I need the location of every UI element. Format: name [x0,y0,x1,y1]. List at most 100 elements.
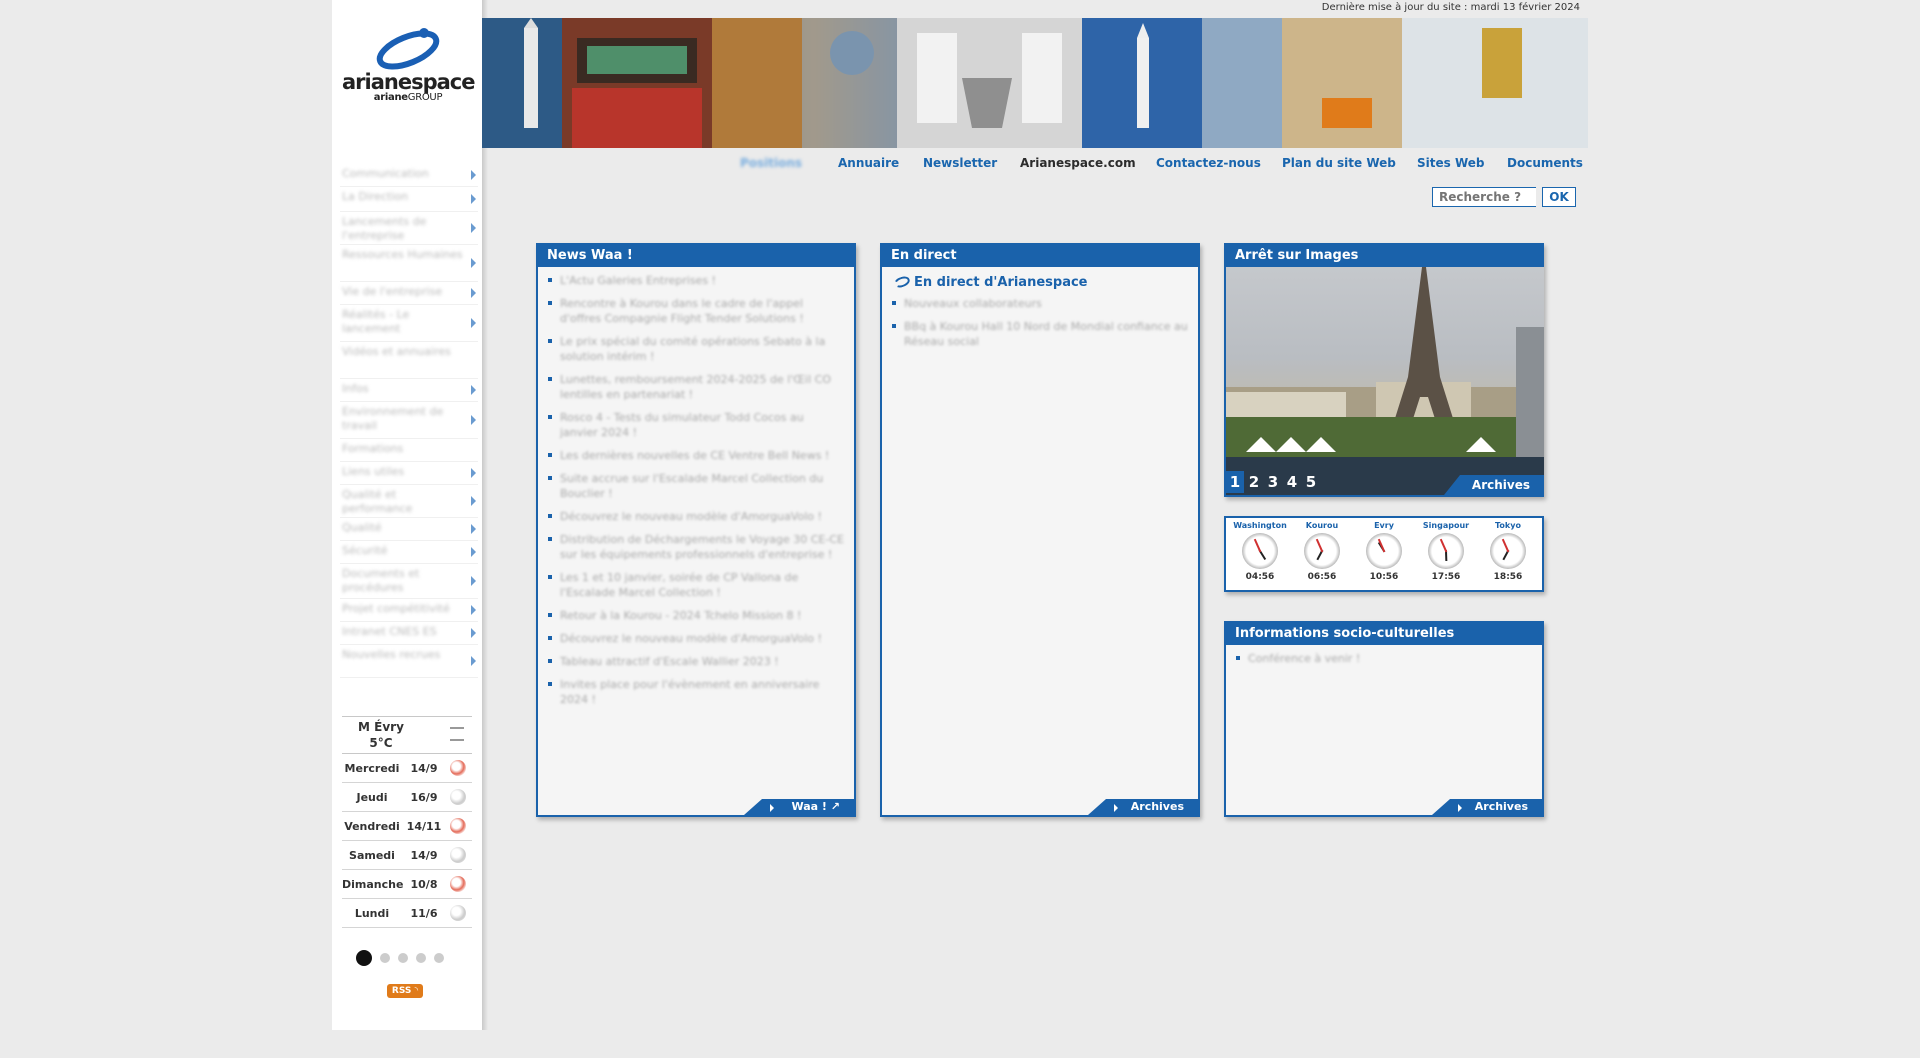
direct-headline-link[interactable]: En direct d'Arianespace [892,274,1198,290]
sidebar-menu-item[interactable]: Vie de l'entreprise [340,282,478,305]
list-item-link[interactable]: L'Actu Galeries Entreprises ! [560,274,716,287]
list-item[interactable]: Nouveaux collaborateurs [892,296,1188,311]
list-item-link[interactable]: Conférence à venir ! [1248,652,1360,665]
list-item-link[interactable]: Les dernières nouvelles de CE Ventre Bel… [560,449,829,462]
sidebar-menu-item[interactable]: Qualité et performance [340,485,478,518]
weather-temps: 14/9 [410,849,438,862]
sidebar-menu-item[interactable]: La Direction [340,187,478,212]
list-item[interactable]: Découvrez le nouveau modèle d'AmorguaVol… [548,631,844,646]
rss-button[interactable]: RSS ◝ [387,984,423,998]
sidebar-menu-item[interactable]: Environnement de travail [340,402,478,439]
weather-temp: 5°C [369,736,393,750]
list-item[interactable]: Le prix spécial du comité opérations Seb… [548,334,844,364]
culture-archives-button[interactable]: Archives [1432,799,1542,815]
list-item-link[interactable]: Suite accrue sur l'Escalade Marcel Colle… [560,472,823,500]
list-item-link[interactable]: Rosco 4 - Tests du simulateur Todd Cocos… [560,411,804,439]
list-item-link[interactable]: BBq à Kourou Hall 10 Nord de Mondial con… [904,320,1188,348]
nav-item[interactable]: Arianespace.com [1020,156,1136,170]
rain-icon [450,818,466,834]
eiffel-tower-photo[interactable]: 12345 Archives [1226,267,1544,495]
list-item-link[interactable]: Rencontre à Kourou dans le cadre de l'ap… [560,297,804,325]
nav-item[interactable]: Positions [740,156,802,170]
sidebar-menu-item[interactable]: Ressources Humaines [340,245,478,282]
chevron-right-icon [471,194,476,204]
list-item-link[interactable]: Le prix spécial du comité opérations Seb… [560,335,825,363]
weather-day: Samedi [349,849,395,862]
list-item[interactable]: Retour à la Kourou - 2024 Tchelo Mission… [548,608,844,623]
carousel-dot[interactable] [416,953,426,963]
sidebar-menu-item[interactable]: Intranet CNES ES [340,622,478,645]
weather-forecast: Mercredi 14/9 Jeudi 16/9 Vendredi 14/11 Samedi… [342,754,472,928]
nav-item[interactable]: Annuaire [838,156,899,170]
carousel-dot[interactable] [380,953,390,963]
search-ok-button[interactable]: OK [1542,187,1576,207]
list-item-link[interactable]: Les 1 et 10 janvier, soirée de CP Vallon… [560,571,798,599]
chevron-right-icon [471,318,476,328]
list-item[interactable]: Distribution de Déchargements le Voyage … [548,532,844,562]
sidebar-menu-item[interactable]: Nouvelles recrues [340,645,478,678]
sidebar-menu-item[interactable]: Vidéos et annuaires [340,342,478,379]
chevron-right-icon [471,385,476,395]
nav-item[interactable]: Plan du site Web [1282,156,1396,170]
search-input[interactable] [1432,187,1536,207]
list-item-link[interactable]: Tableau attractif d'Escale Wallier 2023 … [560,655,779,668]
list-item[interactable]: Les 1 et 10 janvier, soirée de CP Vallon… [548,570,844,600]
clock-city: Washington [1233,521,1287,530]
list-item-link[interactable]: Retour à la Kourou - 2024 Tchelo Mission… [560,609,801,622]
carousel-dot[interactable] [434,953,444,963]
sidebar-menu-item[interactable]: Documents et procédures [340,564,478,599]
list-item[interactable]: Suite accrue sur l'Escalade Marcel Colle… [548,471,844,501]
list-item[interactable]: Lunettes, remboursement 2024-2025 de l'Œ… [548,372,844,402]
image-page-button[interactable]: 5 [1302,471,1320,493]
direct-archives-button[interactable]: Archives [1088,799,1198,815]
carousel-dot[interactable] [398,953,408,963]
sidebar-menu: Communication La Direction Lancements de l… [340,164,478,678]
sidebar-menu-item[interactable]: Communication [340,164,478,187]
nav-item[interactable]: Newsletter [923,156,997,170]
list-item-link[interactable]: Découvrez le nouveau modèle d'AmorguaVol… [560,632,822,645]
sidebar-menu-item[interactable]: Réalités - Le lancement [340,305,478,342]
chevron-right-icon [471,605,476,615]
sidebar-menu-item[interactable]: Sécurité [340,541,478,564]
arianespace-logo[interactable]: arianespace arianeGROUP [342,26,475,106]
list-item[interactable]: Rencontre à Kourou dans le cadre de l'ap… [548,296,844,326]
waa-link-button[interactable]: Waa ! ↗ [744,799,854,815]
list-item-link[interactable]: Nouveaux collaborateurs [904,297,1042,310]
sidebar-menu-item[interactable]: Projet compétitivité [340,599,478,622]
sidebar-menu-label: Lancements de l'entreprise [342,215,427,242]
weather-temps: 14/11 [406,820,442,833]
direct-list: Nouveaux collaborateurs BBq à Kourou Hall… [882,296,1198,349]
weather-day: Jeudi [356,791,388,804]
sidebar-menu-item[interactable]: Formations [340,439,478,462]
list-item-link[interactable]: Distribution de Déchargements le Voyage … [560,533,844,561]
image-page-button[interactable]: 4 [1283,471,1301,493]
sidebar-menu-item[interactable]: Lancements de l'entreprise [340,212,478,245]
chevron-right-icon [471,656,476,666]
weather-day-row: Samedi 14/9 [342,841,472,870]
sidebar-menu-item[interactable]: Infos [340,379,478,402]
image-page-button[interactable]: 3 [1264,471,1282,493]
carousel-dot[interactable] [356,950,372,966]
image-page-button[interactable]: 2 [1245,471,1263,493]
nav-item[interactable]: Contactez-nous [1156,156,1261,170]
list-item[interactable]: Rosco 4 - Tests du simulateur Todd Cocos… [548,410,844,440]
sidebar-menu-item[interactable]: Liens utiles [340,462,478,485]
list-item-link[interactable]: Lunettes, remboursement 2024-2025 de l'Œ… [560,373,831,401]
list-item[interactable]: Conférence à venir ! [1236,651,1532,666]
image-page-button[interactable]: 1 [1226,471,1244,493]
list-item[interactable]: Découvrez le nouveau modèle d'AmorguaVol… [548,509,844,524]
nav-item[interactable]: Sites Web [1417,156,1485,170]
list-item[interactable]: Invites place pour l'évènement en annive… [548,677,844,707]
list-item-link[interactable]: Découvrez le nouveau modèle d'AmorguaVol… [560,510,822,523]
list-item[interactable]: Tableau attractif d'Escale Wallier 2023 … [548,654,844,669]
sidebar-menu-item[interactable]: Qualité [340,518,478,541]
list-item[interactable]: Les dernières nouvelles de CE Ventre Bel… [548,448,844,463]
images-archives-button[interactable]: Archives [1444,475,1544,495]
list-item[interactable]: BBq à Kourou Hall 10 Nord de Mondial con… [892,319,1188,349]
header-banner-image [482,18,1588,148]
nav-item[interactable]: Documents [1507,156,1583,170]
chevron-right-icon [471,628,476,638]
list-item[interactable]: L'Actu Galeries Entreprises ! [548,273,844,288]
weather-day: Mercredi [344,762,400,775]
list-item-link[interactable]: Invites place pour l'évènement en annive… [560,678,819,706]
